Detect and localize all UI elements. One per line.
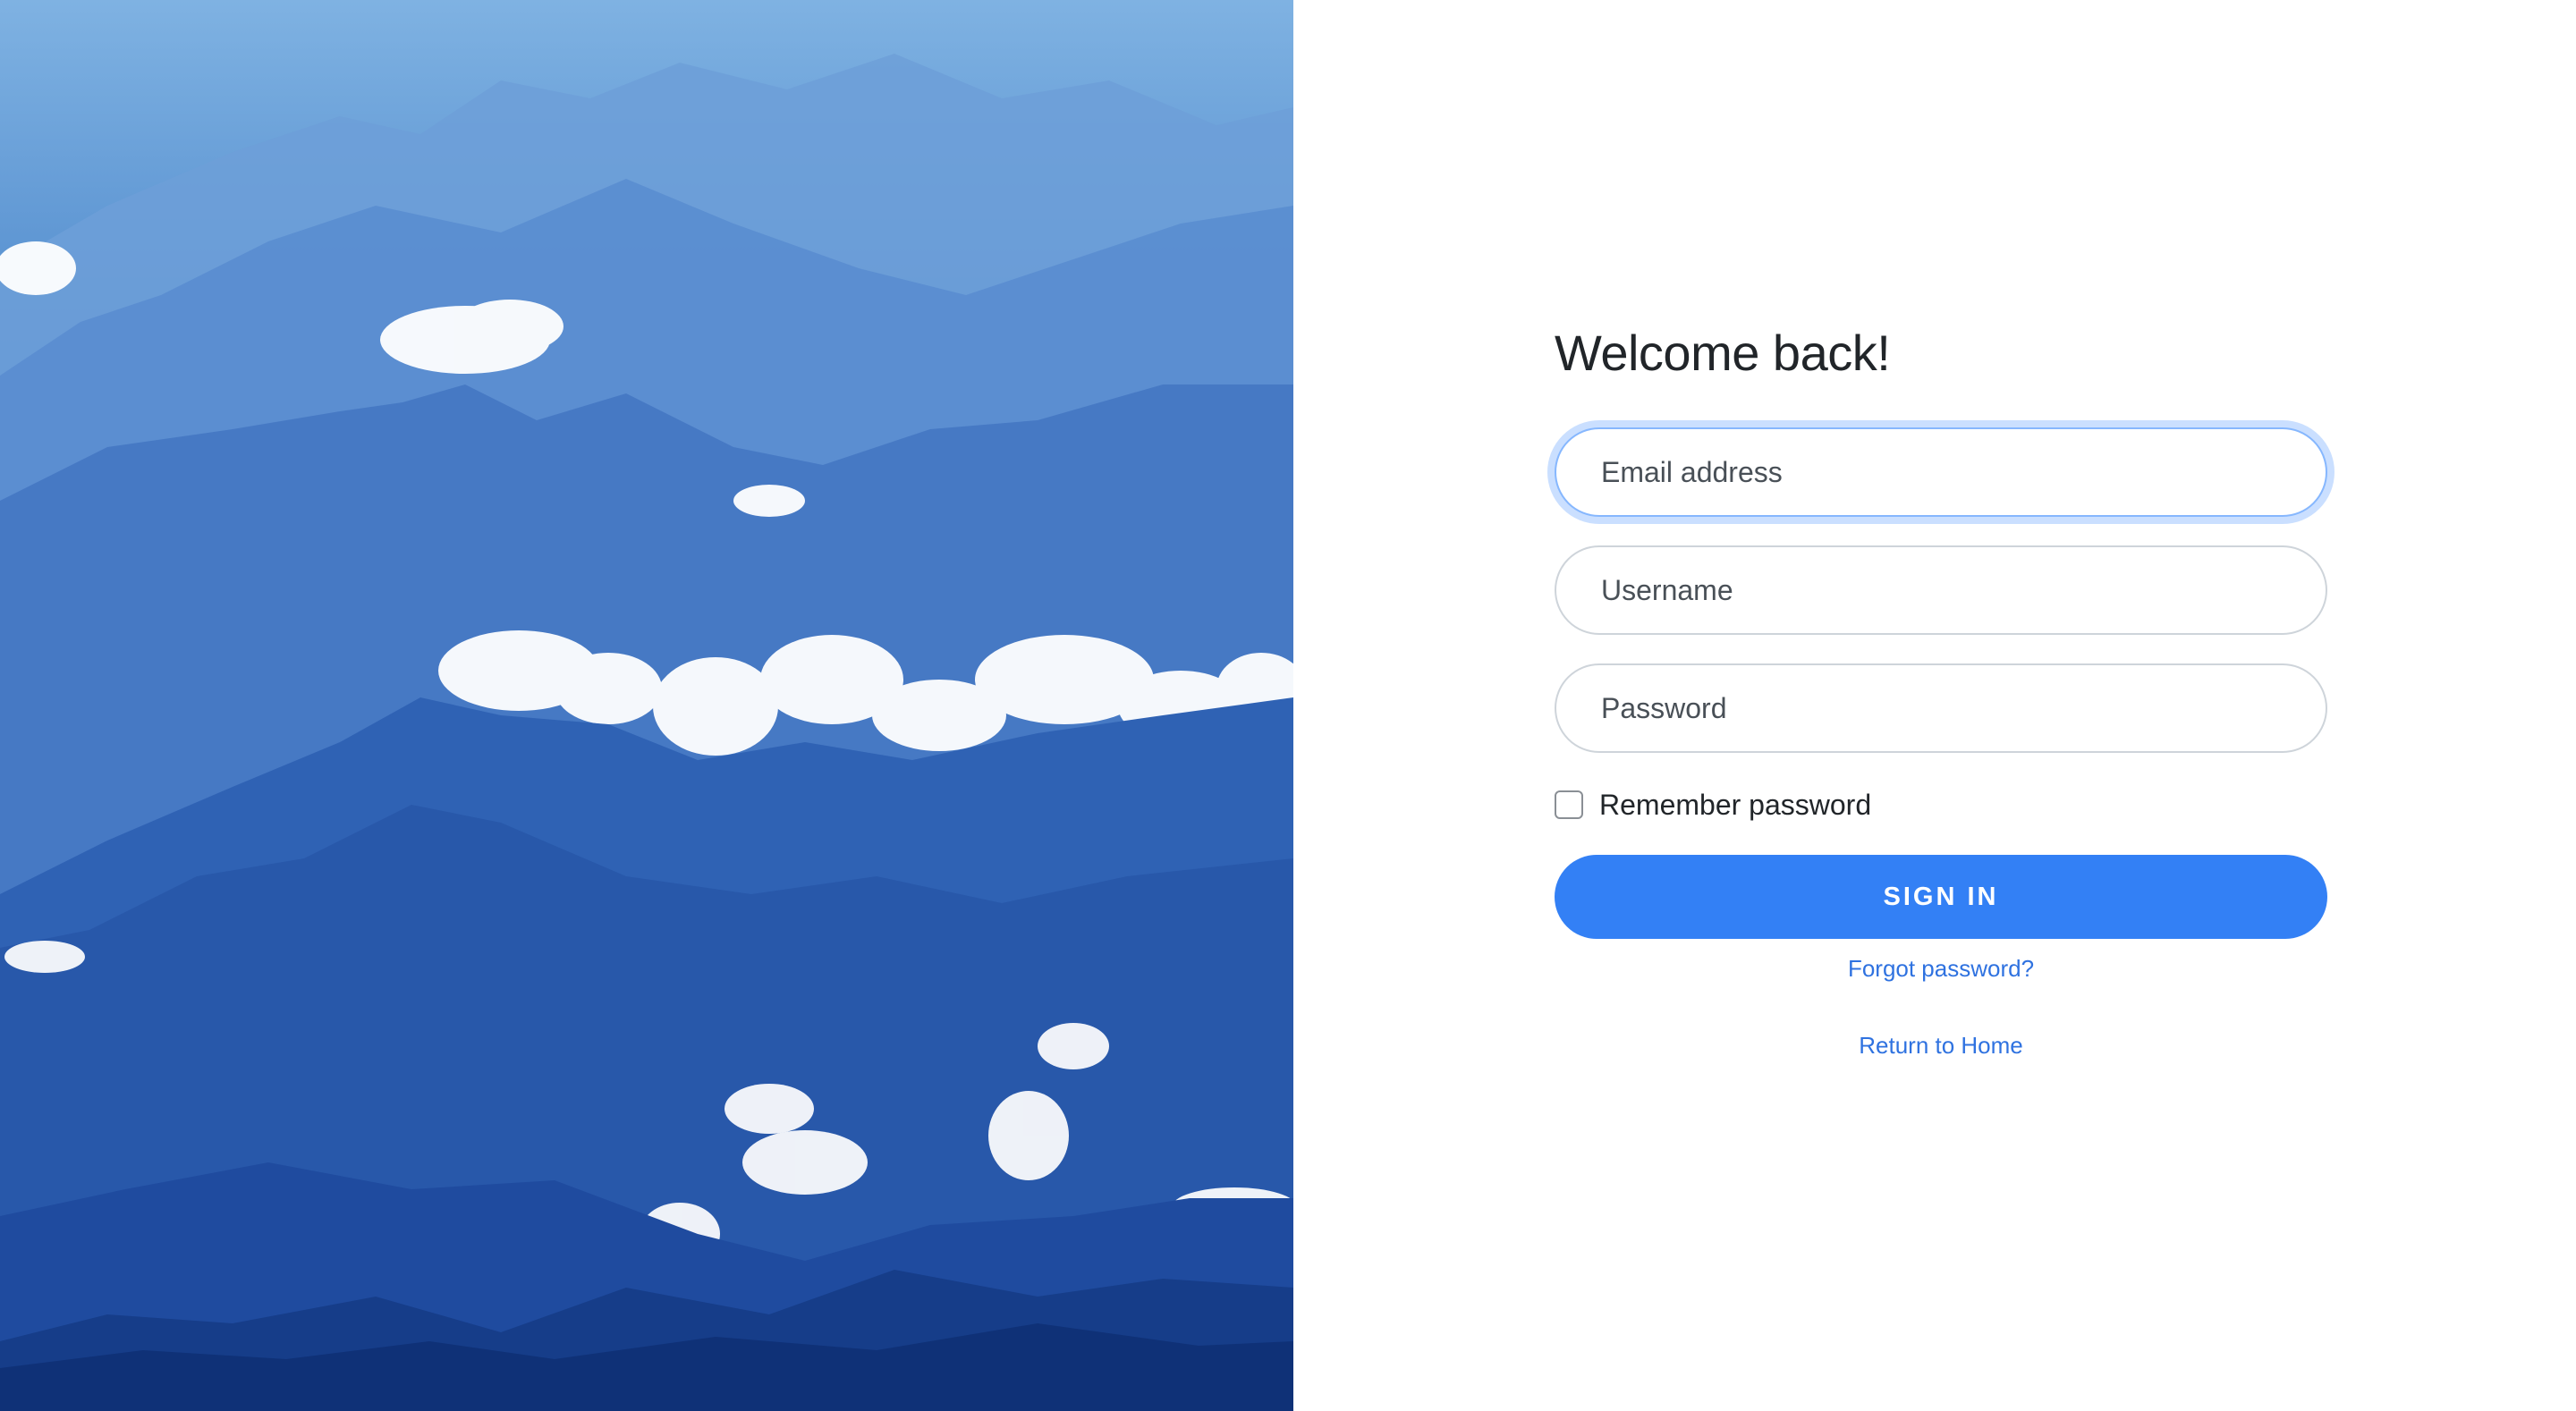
remember-password-checkbox[interactable] — [1555, 790, 1583, 819]
mountain-landscape-image — [0, 54, 1293, 1411]
forgot-password-link[interactable]: Forgot password? — [1555, 955, 2327, 983]
username-field[interactable] — [1555, 545, 2327, 635]
remember-password-row: Remember password — [1555, 787, 1871, 823]
page-title: Welcome back! — [1555, 325, 1891, 381]
remember-password-label[interactable]: Remember password — [1599, 789, 1871, 822]
hero-image — [0, 0, 1293, 1411]
email-field[interactable] — [1555, 427, 2327, 517]
password-field[interactable] — [1555, 663, 2327, 753]
sign-in-button[interactable]: SIGN IN — [1555, 855, 2327, 939]
return-home-link[interactable]: Return to Home — [1555, 1032, 2327, 1060]
